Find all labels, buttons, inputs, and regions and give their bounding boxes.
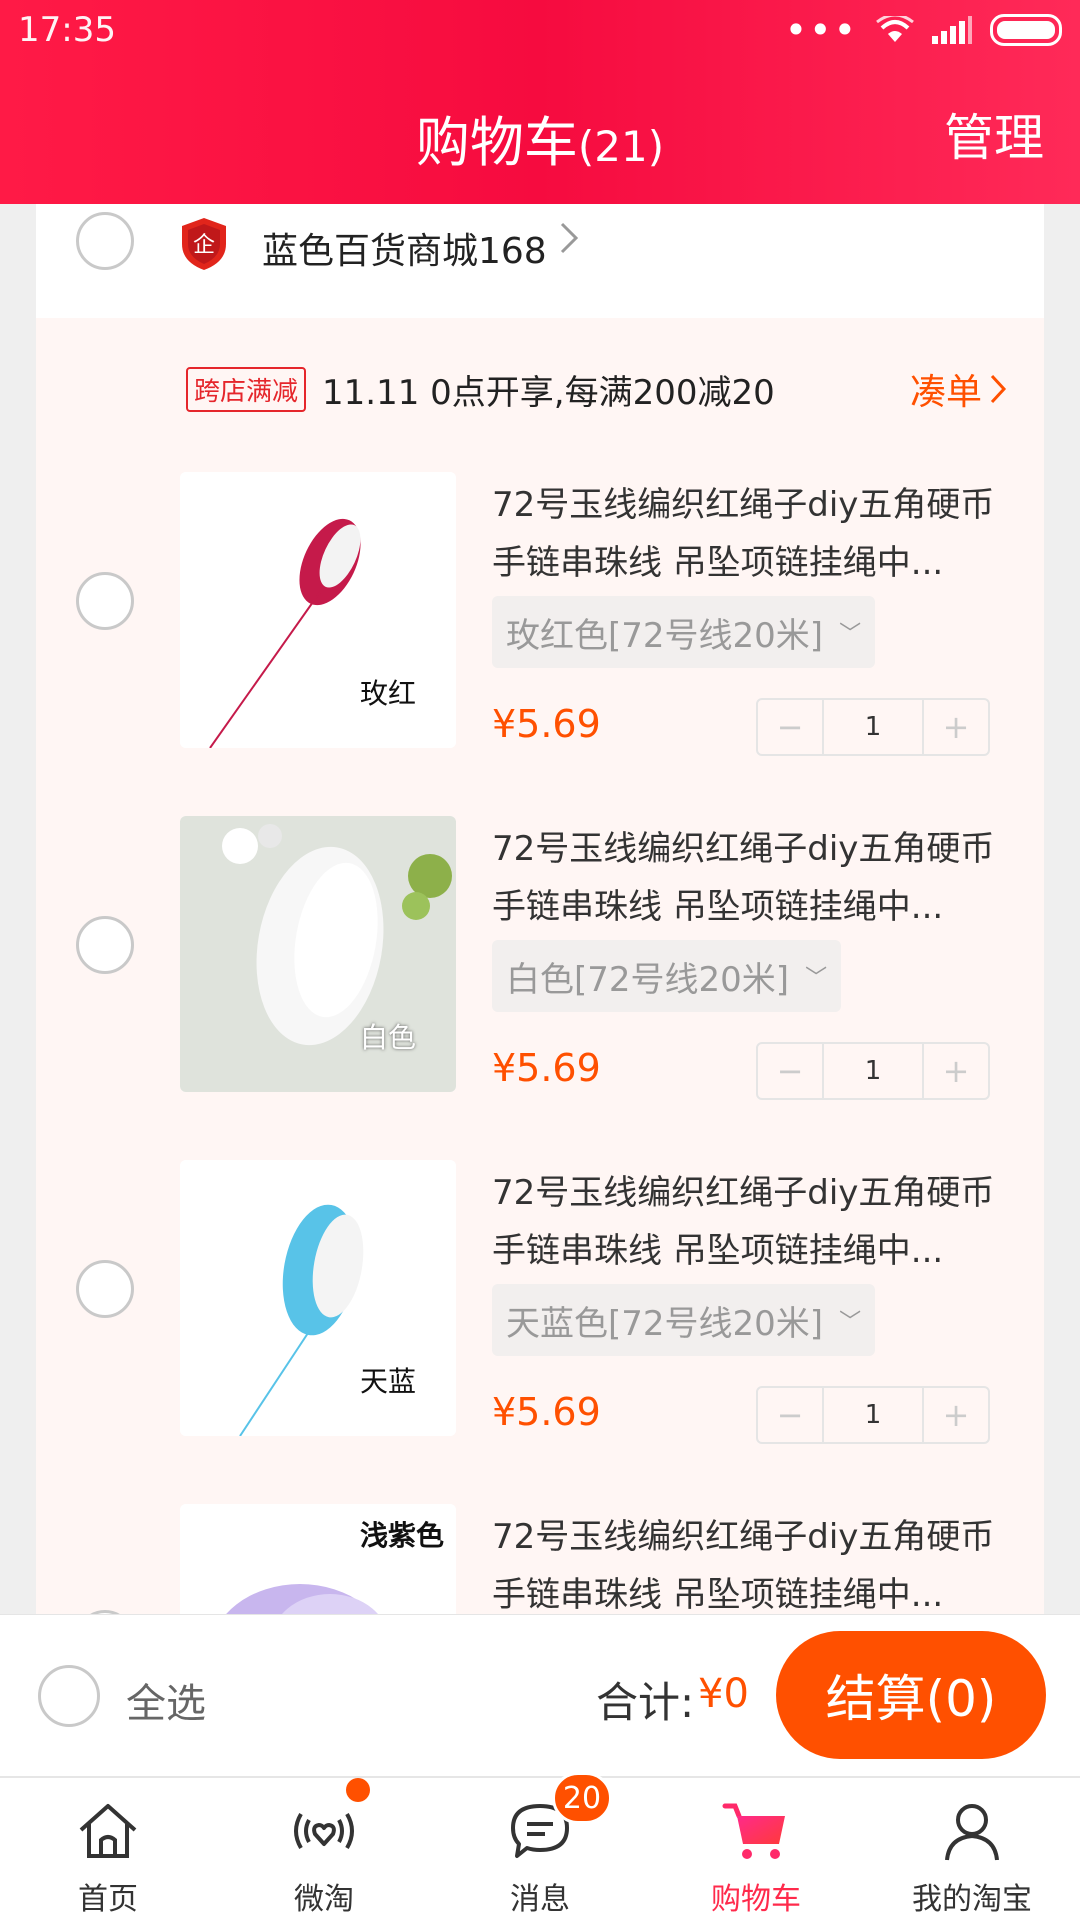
quantity-value[interactable]: 1 [822,700,924,754]
notification-dot [346,1778,370,1802]
product-title[interactable]: 72号玉线编织红绳子diy五角硬币手链串珠线 吊坠项链挂绳中... [492,476,1012,592]
chevron-down-icon: ﹀ [839,1310,862,1335]
sku-selector[interactable]: 白色[72号线20米] ﹀ [492,940,842,1012]
price: ¥5.69 [492,1046,601,1090]
header: 17:35 ••• 购物车(21) 管理 [0,0,1080,204]
page-title-text: 购物车 [415,111,578,174]
increase-button[interactable]: + [924,1044,988,1098]
select-all-checkbox[interactable] [38,1665,100,1727]
quantity-value[interactable]: 1 [822,1388,924,1442]
sku-label: 白色[72号线20米] [506,959,790,1000]
tab-label: 消息 [510,1882,570,1917]
tab-label: 首页 [78,1882,138,1917]
image-label: 白色 [359,1021,416,1054]
quantity-stepper: − 1 + [756,1042,990,1100]
promo-row: 跨店满减 11.11 0点开享,每满200减20 凑单 [186,364,1008,414]
tab-label: 购物车 [711,1882,801,1917]
page-title: 购物车(21) [0,98,1080,177]
item-checkbox[interactable] [76,572,134,630]
product-title[interactable]: 72号玉线编织红绳子diy五角硬币手链串珠线 吊坠项链挂绳中... [492,1508,1012,1614]
total-label: 合计: [596,1678,695,1727]
sku-label: 天蓝色[72号线20米] [506,1303,824,1344]
quantity-stepper: − 1 + [756,1386,990,1444]
profile-icon [945,1804,999,1861]
checkout-bar: 全选 合计: ¥0 结算(0) [0,1614,1080,1777]
tab-home[interactable]: 首页 [0,1778,216,1922]
price: ¥5.69 [492,1390,601,1434]
image-label: 浅紫色 [359,1519,444,1552]
cart-list[interactable]: 企 蓝色百货商城168 跨店满减 11.11 0点开享,每满200减20 凑单 [36,204,1044,1614]
tab-label: 我的淘宝 [912,1882,1032,1917]
add-on-link[interactable]: 凑单 [910,363,1008,415]
tab-my-taobao[interactable]: 我的淘宝 [864,1778,1080,1922]
decrease-button[interactable]: − [758,700,822,754]
store-name[interactable]: 蓝色百货商城168 [262,222,547,274]
chevron-right-icon [990,374,1007,404]
sku-selector[interactable]: 玫红色[72号线20米] ﹀ [492,596,876,668]
battery-icon [990,14,1062,46]
cart-item: 玫红 72号玉线编织红绳子diy五角硬币手链串珠线 吊坠项链挂绳中... 玫红色… [36,472,1044,762]
increase-button[interactable]: + [924,1388,988,1442]
quantity-stepper: − 1 + [756,698,990,756]
promo-text: 11.11 0点开享,每满200减20 [322,372,775,413]
tab-bar: 首页 微淘 20 消息 购物车 我的淘宝 [0,1772,1080,1922]
tab-weitao[interactable]: 微淘 [216,1778,432,1922]
cart-item: 浅紫色 72号玉线编织红绳子diy五角硬币手链串珠线 吊坠项链挂绳中... [36,1504,1044,1614]
price: ¥5.69 [492,702,601,746]
select-all-label[interactable]: 全选 [126,1671,206,1729]
checkout-button[interactable]: 结算(0) [776,1631,1046,1759]
product-image[interactable]: 玫红 [180,472,456,748]
chevron-right-icon[interactable] [556,218,582,258]
status-time: 17:35 [18,10,116,50]
increase-button[interactable]: + [924,700,988,754]
tab-label: 微淘 [294,1882,354,1917]
cart-count: (21) [577,122,665,171]
chevron-down-icon: ﹀ [839,622,862,647]
message-badge: 20 [552,1772,612,1824]
product-title[interactable]: 72号玉线编织红绳子diy五角硬币手链串珠线 吊坠项链挂绳中... [492,820,1012,936]
enterprise-shield-icon: 企 [182,218,226,270]
store-row: 企 蓝色百货商城168 [36,204,1044,318]
product-image[interactable]: 白色 [180,816,456,1092]
tab-cart[interactable]: 购物车 [648,1778,864,1922]
tab-messages[interactable]: 20 消息 [432,1772,648,1922]
more-dots-icon: ••• [784,8,858,52]
cart-item: 天蓝 72号玉线编织红绳子diy五角硬币手链串珠线 吊坠项链挂绳中... 天蓝色… [36,1160,1044,1450]
home-icon [79,1804,137,1858]
store-checkbox[interactable] [76,212,134,270]
product-image[interactable]: 天蓝 [180,1160,456,1436]
image-label: 玫红 [359,677,416,710]
cart-icon [722,1803,785,1859]
svg-text:企: 企 [193,233,215,258]
cart-item: 白色 72号玉线编织红绳子diy五角硬币手链串珠线 吊坠项链挂绳中... 白色[… [36,816,1044,1106]
product-title[interactable]: 72号玉线编织红绳子diy五角硬币手链串珠线 吊坠项链挂绳中... [492,1164,1012,1280]
chevron-down-icon: ﹀ [805,966,828,991]
product-image[interactable]: 浅紫色 [180,1504,456,1614]
store-items-area: 跨店满减 11.11 0点开享,每满200减20 凑单 玫红 72号玉线编织红绳… [36,318,1044,1614]
total-value: ¥0 [698,1671,749,1717]
sku-selector[interactable]: 天蓝色[72号线20米] ﹀ [492,1284,876,1356]
image-label: 天蓝 [359,1365,416,1398]
quantity-value[interactable]: 1 [822,1044,924,1098]
signal-icon [932,16,972,44]
sku-label: 玫红色[72号线20米] [506,615,824,656]
weitao-icon [294,1812,354,1850]
manage-button[interactable]: 管理 [944,98,1044,170]
add-on-label: 凑单 [909,372,982,413]
item-checkbox[interactable] [76,1260,134,1318]
item-checkbox[interactable] [76,916,134,974]
status-icons: ••• [784,8,1062,52]
decrease-button[interactable]: − [758,1388,822,1442]
promo-tag: 跨店满减 [186,366,307,412]
wifi-icon [876,16,914,42]
decrease-button[interactable]: − [758,1044,822,1098]
